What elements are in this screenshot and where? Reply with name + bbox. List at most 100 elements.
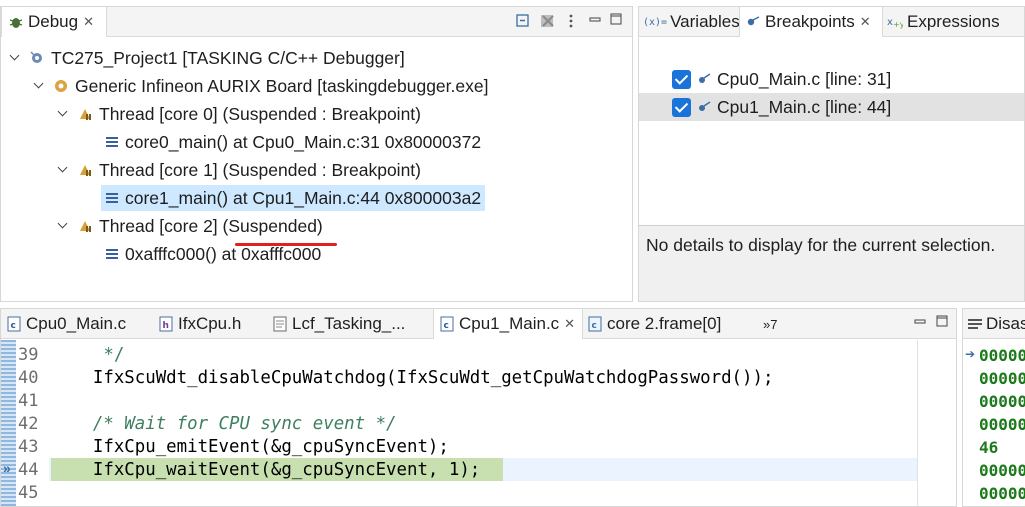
tree-item-frame-core1[interactable]: core1_main() at Cpu1_Main.c:44 0x800003a… [101,185,486,211]
breakpoint-file: Cpu0_Main.c [717,68,821,89]
tab-expressions[interactable]: x +y Expressions [887,7,1000,37]
tree-item-project[interactable]: TC275_Project1 [TASKING C/C++ Debugger] [9,45,405,71]
tab-editor-core2-frame[interactable]: c core 2.frame[0] [588,309,721,339]
code-line[interactable]: IfxCpu_emitEvent(&g_cpuSyncEvent); [51,436,449,459]
view-menu-icon[interactable] [567,13,575,29]
maximize-icon[interactable] [609,12,623,26]
tree-item-frame-core2[interactable]: 0xafffc000() at 0xafffc000 [105,241,321,267]
text-file-icon [273,316,287,332]
disasm-line[interactable]: 00000 [979,482,1025,505]
tab-disassembly[interactable]: Disas [967,309,1025,339]
chevron-down-icon[interactable] [57,220,69,232]
disasm-line[interactable]: 46 [979,436,998,459]
svg-text:h: h [163,321,169,331]
breakpoint-file: Cpu1_Main.c [717,96,821,117]
tab-variables[interactable]: (x)= Variables [641,7,740,37]
thread-suspended-icon [80,109,91,120]
minimize-icon[interactable] [913,315,927,329]
chevron-down-icon[interactable] [57,108,69,120]
tree-thread2-state: (Suspended) [222,215,323,236]
tree-item-frame-core0[interactable]: core0_main() at Cpu0_Main.c:31 0x8000037… [105,129,481,155]
line-number: 41 [18,391,39,411]
details-pane: No details to display for the current se… [639,226,1024,301]
line-number: 39 [18,345,39,365]
h-file-icon: h [159,316,173,332]
tab-editor-label: Lcf_Tasking_... [292,314,406,333]
breakpoint-icon [699,101,711,111]
breakpoints-view: (x)= Variables Breakpoints ✕ x +y Expres… [638,6,1025,302]
stack-frame-icon [106,193,118,203]
maximize-icon[interactable] [935,314,949,328]
tab-editor-ifxcpu-h[interactable]: h IfxCpu.h [159,309,241,339]
collapse-all-icon[interactable] [515,13,531,29]
disasm-line[interactable]: 00000 [979,367,1025,390]
pc-arrow-icon: ➔ [965,347,976,361]
tab-editor-label: core 2.frame[0] [607,314,722,333]
code-line[interactable]: IfxScuWdt_disableCpuWatchdog(IfxScuWdt_g… [51,367,774,390]
tab-variables-label: Variables [670,12,740,31]
line-number: 44 [18,460,39,480]
tree-thread2-label: Thread [core 2] [99,215,223,236]
chevron-down-icon[interactable] [9,52,21,64]
tab-editor-cpu0-main[interactable]: c Cpu0_Main.c [7,309,126,339]
breakpoint-row[interactable]: Cpu1_Main.c [line: 44] [639,93,1024,121]
chevron-down-icon[interactable] [57,164,69,176]
c-file-icon: c [440,316,454,332]
disassembly-icon [968,319,982,329]
tree-frame1-label: core1_main() at Cpu1_Main.c:44 0x800003a… [125,187,482,208]
tree-item-thread-core2[interactable]: Thread [core 2] (Suspended) [57,213,323,239]
breakpoint-checkbox[interactable] [672,69,691,89]
line-number: 42 [18,414,39,434]
line-number: 43 [18,437,39,457]
svg-text:c: c [444,321,449,331]
code-line[interactable]: */ [51,344,124,367]
thread-suspended-icon [80,221,91,232]
thread-suspended-icon [80,165,91,176]
tab-breakpoints-label: Breakpoints [765,12,855,31]
line-number: 45 [18,483,39,503]
tree-item-thread-core1[interactable]: Thread [core 1] (Suspended : Breakpoint) [57,157,421,183]
close-icon[interactable]: ✕ [564,316,575,332]
tab-disassembly-label: Disas [986,314,1025,333]
stack-frame-icon [106,137,118,147]
debug-view: Debug ✕ TC275_Project1 [TASKING C/C++ De… [0,6,633,302]
editor-area: c Cpu0_Main.c h IfxCpu.h Lcf_Tasking_...… [0,308,957,507]
tab-editor-cpu1-main[interactable]: c Cpu1_Main.c ✕ [433,309,583,339]
breakpoint-icon [699,73,711,83]
tab-debug-label: Debug [28,12,79,31]
svg-text:+y: +y [893,20,903,29]
disasm-line[interactable]: 00000 [979,413,1025,436]
tree-item-thread-core0[interactable]: Thread [core 0] (Suspended : Breakpoint) [57,101,421,127]
tab-breakpoints[interactable]: Breakpoints ✕ [739,7,883,37]
code-line-current[interactable]: IfxCpu_waitEvent(&g_cpuSyncEvent, 1); [51,459,480,482]
tab-overflow-button[interactable]: »7 [763,309,777,339]
tab-debug[interactable]: Debug ✕ [1,7,107,37]
disasm-line[interactable]: 00000 [979,459,1025,482]
remove-terminated-icon[interactable] [539,12,557,30]
right-tabbar: (x)= Variables Breakpoints ✕ x +y Expres… [639,7,1024,37]
tree-item-board[interactable]: Generic Infineon AURIX Board [taskingdeb… [33,73,488,99]
chevron-down-icon[interactable] [33,80,45,92]
process-icon [55,80,67,92]
breakpoint-row[interactable]: Cpu0_Main.c [line: 31] [639,65,1024,93]
line-number: 40 [18,368,39,388]
tree-frame2-label: 0xafffc000() at 0xafffc000 [125,243,322,264]
gutter-bar [1,340,16,506]
breakpoint-line: [line: 44] [825,96,892,117]
debug-bug-icon [9,18,23,28]
editor-tabbar: c Cpu0_Main.c h IfxCpu.h Lcf_Tasking_...… [1,309,956,339]
variables-icon: (x)= [643,16,668,28]
close-icon[interactable]: ✕ [83,14,94,30]
code-line[interactable]: /* Wait for CPU sync event */ [51,413,397,436]
tab-editor-lcf-tasking[interactable]: Lcf_Tasking_... [273,309,405,339]
stack-frame-icon [106,249,118,259]
minimize-icon[interactable] [588,13,602,27]
tab-expressions-label: Expressions [907,12,1000,31]
breakpoint-checkbox[interactable] [672,97,691,117]
disasm-line[interactable]: 00000 [979,344,1025,367]
debug-tabbar: Debug ✕ [1,7,632,37]
disasm-line[interactable]: 00000 [979,390,1025,413]
breakpoint-icon [747,16,760,26]
tab-editor-label: Cpu0_Main.c [26,314,127,333]
close-icon[interactable]: ✕ [860,14,871,30]
